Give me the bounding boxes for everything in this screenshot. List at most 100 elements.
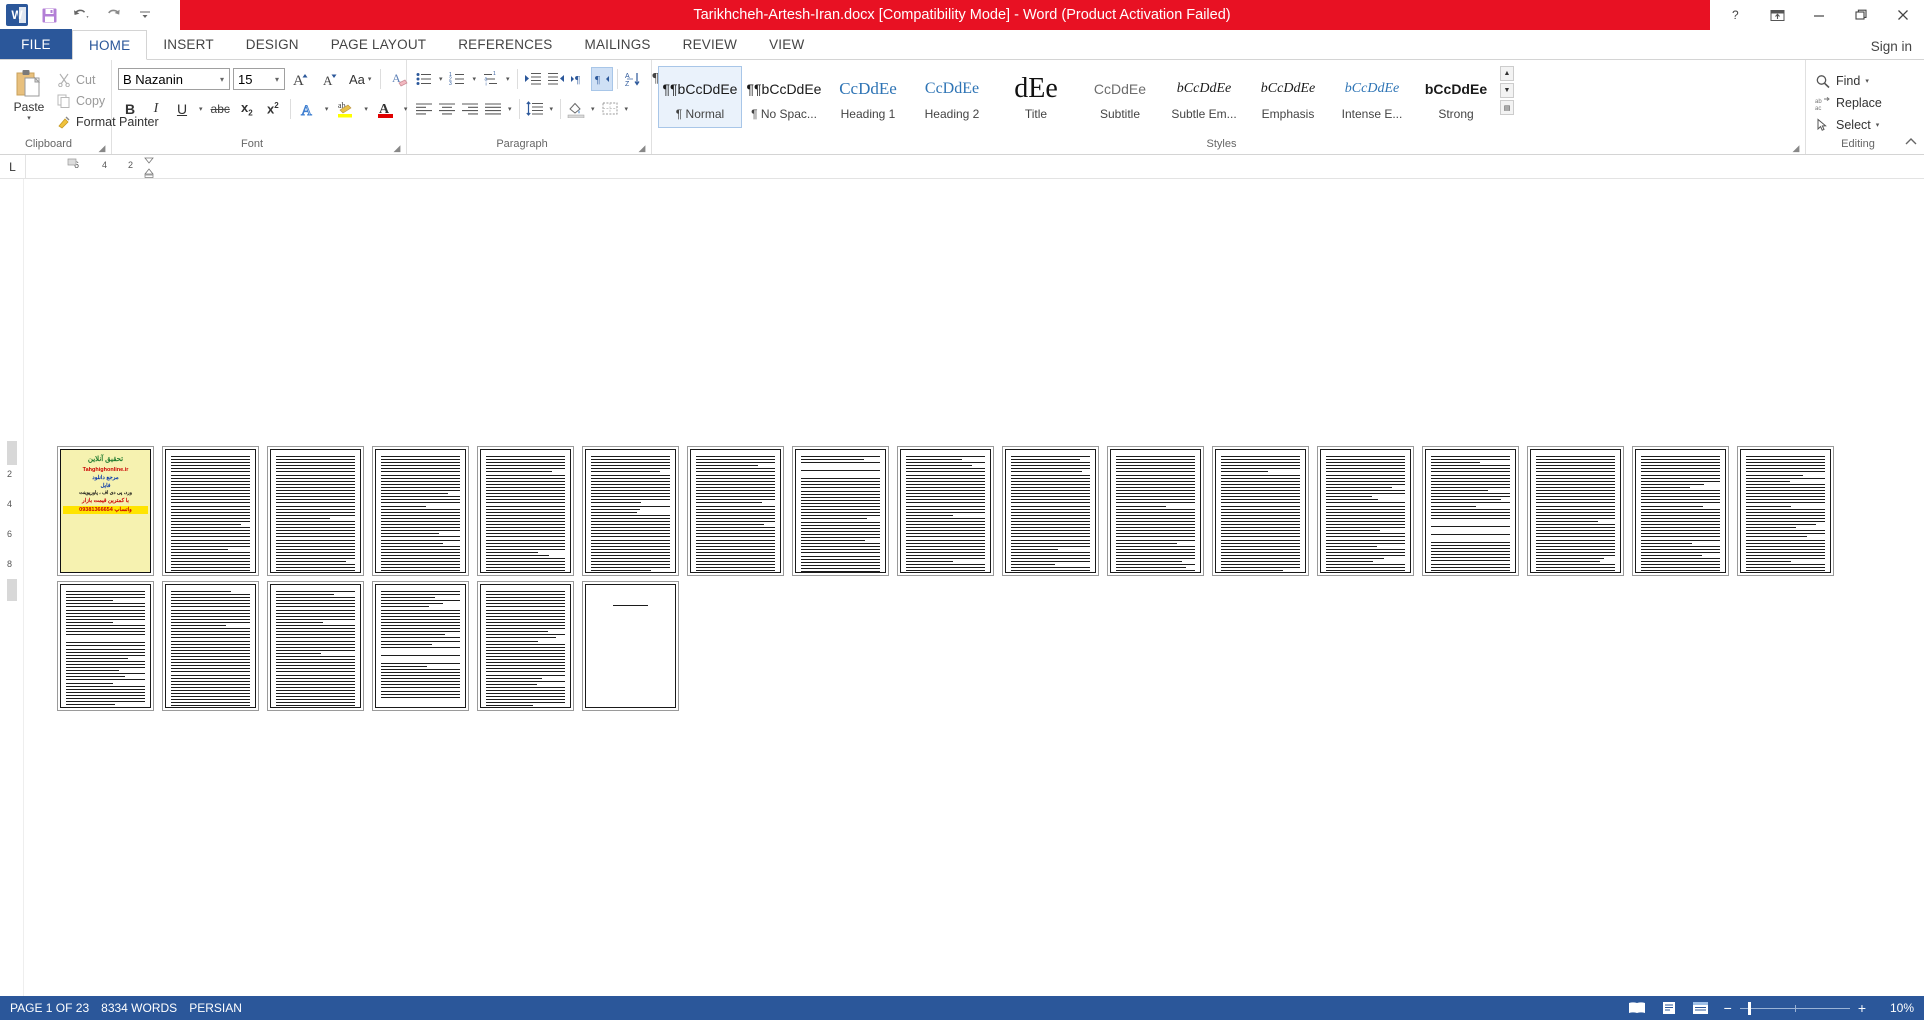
replace-button[interactable]: ab ac Replace xyxy=(1812,92,1885,114)
undo-icon[interactable] xyxy=(70,4,92,26)
select-dropdown-icon[interactable]: ▾ xyxy=(1876,121,1880,129)
shrink-font-button[interactable]: A xyxy=(317,67,343,91)
find-dropdown-icon[interactable]: ▾ xyxy=(1865,77,1869,85)
numbering-button[interactable]: 123 xyxy=(447,67,469,91)
tab-design[interactable]: DESIGN xyxy=(230,29,315,59)
page-thumbnail-cover[interactable]: تحقیق آنلاین Tahghighonline.ir مرجع دانلود… xyxy=(60,449,151,573)
page-thumbnail[interactable] xyxy=(1425,449,1516,573)
find-button[interactable]: Find ▾ xyxy=(1812,70,1872,92)
ribbon-display-options-button[interactable] xyxy=(1766,4,1788,26)
restore-button[interactable] xyxy=(1850,4,1872,26)
styles-dialog-launcher[interactable]: ◢ xyxy=(1791,143,1801,153)
save-icon[interactable] xyxy=(38,4,60,26)
shading-button[interactable] xyxy=(565,97,587,121)
web-layout-button[interactable] xyxy=(1692,1000,1710,1016)
zoom-out-button[interactable]: − xyxy=(1724,1000,1732,1016)
subscript-button[interactable]: x2 xyxy=(235,97,259,121)
tab-stop-selector[interactable]: L xyxy=(0,155,26,179)
superscript-button[interactable]: x2 xyxy=(261,97,285,121)
numbering-dropdown-icon[interactable]: ▾ xyxy=(470,75,480,83)
zoom-handle[interactable] xyxy=(1748,1002,1751,1015)
borders-dropdown-icon[interactable]: ▾ xyxy=(622,105,632,113)
read-mode-button[interactable] xyxy=(1628,1000,1646,1016)
page-thumbnail[interactable] xyxy=(270,584,361,708)
page-thumbnail[interactable] xyxy=(1740,449,1831,573)
page-thumbnail[interactable] xyxy=(1635,449,1726,573)
shading-dropdown-icon[interactable]: ▾ xyxy=(588,105,598,113)
page-thumbnails[interactable]: تحقیق آنلاین Tahghighonline.ir مرجع دانلود… xyxy=(60,449,1914,708)
highlight-color-button[interactable]: ab xyxy=(333,97,359,121)
page-thumbnail[interactable] xyxy=(1005,449,1096,573)
tab-view[interactable]: VIEW xyxy=(753,29,820,59)
status-page-info[interactable]: PAGE 1 OF 23 xyxy=(10,1001,101,1015)
multilevel-dropdown-icon[interactable]: ▾ xyxy=(503,75,513,83)
page-thumbnail[interactable] xyxy=(270,449,361,573)
page-thumbnail[interactable] xyxy=(165,584,256,708)
underline-button[interactable]: U xyxy=(170,97,194,121)
style-item-subtle-em[interactable]: bCcDdEe Subtle Em... xyxy=(1162,66,1246,128)
customize-qat-icon[interactable] xyxy=(134,4,156,26)
page-thumbnail[interactable] xyxy=(1110,449,1201,573)
page-thumbnail[interactable] xyxy=(1530,449,1621,573)
align-right-button[interactable] xyxy=(459,97,481,121)
font-family-dropdown-icon[interactable]: ▾ xyxy=(215,75,229,84)
tab-page-layout[interactable]: PAGE LAYOUT xyxy=(315,29,442,59)
tab-mailings[interactable]: MAILINGS xyxy=(569,29,667,59)
font-family-combo[interactable]: B Nazanin ▾ xyxy=(118,68,230,90)
bullets-button[interactable] xyxy=(413,67,435,91)
italic-button[interactable]: I xyxy=(144,97,168,121)
style-item-normal[interactable]: ¶¶bCcDdEe ¶ Normal xyxy=(658,66,742,128)
align-center-button[interactable] xyxy=(436,97,458,121)
style-item-subtitle[interactable]: CcDdEe Subtitle xyxy=(1078,66,1162,128)
tab-insert[interactable]: INSERT xyxy=(147,29,229,59)
grow-font-button[interactable]: A xyxy=(288,67,314,91)
borders-button[interactable] xyxy=(599,97,621,121)
text-effects-dropdown-icon[interactable]: ▾ xyxy=(322,105,332,113)
page-thumbnail[interactable] xyxy=(165,449,256,573)
document-workspace[interactable]: 2 4 6 8 تحقیق آنلاین Tahghighonline.ir مرج… xyxy=(0,179,1924,996)
sort-button[interactable]: AZ xyxy=(622,67,644,91)
page-thumbnail[interactable] xyxy=(585,449,676,573)
horizontal-ruler[interactable]: 6 4 2 xyxy=(66,160,176,174)
page-thumbnail[interactable] xyxy=(795,449,886,573)
paragraph-dialog-launcher[interactable]: ◢ xyxy=(637,143,647,153)
style-item-heading-1[interactable]: CcDdEe Heading 1 xyxy=(826,66,910,128)
change-case-button[interactable]: Aa ▾ xyxy=(346,67,374,91)
multilevel-list-button[interactable]: 1ai xyxy=(480,67,502,91)
select-button[interactable]: Select ▾ xyxy=(1812,114,1882,136)
styles-gallery[interactable]: ¶¶bCcDdEe ¶ Normal ¶¶bCcDdEe ¶ No Spac... Cc… xyxy=(658,66,1498,128)
ltr-text-direction-button[interactable]: ¶ xyxy=(568,67,590,91)
status-word-count[interactable]: 8334 WORDS xyxy=(101,1001,189,1015)
zoom-in-button[interactable]: + xyxy=(1858,1000,1866,1016)
styles-more-button[interactable]: ▤ xyxy=(1500,100,1514,115)
status-language[interactable]: PERSIAN xyxy=(189,1001,254,1015)
underline-dropdown-icon[interactable]: ▾ xyxy=(196,105,206,113)
styles-scroll-up-button[interactable]: ▲ xyxy=(1500,66,1514,81)
page-thumbnail-last[interactable] xyxy=(585,584,676,708)
page-thumbnail[interactable] xyxy=(480,449,571,573)
page-thumbnail[interactable] xyxy=(1215,449,1306,573)
align-left-button[interactable] xyxy=(413,97,435,121)
zoom-slider[interactable]: − + xyxy=(1724,1000,1866,1016)
style-item-title[interactable]: dEe Title xyxy=(994,66,1078,128)
justify-button[interactable] xyxy=(482,97,504,121)
close-button[interactable] xyxy=(1892,4,1914,26)
collapse-ribbon-button[interactable] xyxy=(1904,137,1918,150)
bold-button[interactable]: B xyxy=(118,97,142,121)
font-size-dropdown-icon[interactable]: ▾ xyxy=(270,75,284,84)
sign-in-link[interactable]: Sign in xyxy=(1871,39,1912,54)
line-spacing-button[interactable] xyxy=(524,97,546,121)
line-spacing-dropdown-icon[interactable]: ▾ xyxy=(547,105,557,113)
justify-dropdown-icon[interactable]: ▾ xyxy=(505,105,515,113)
tab-review[interactable]: REVIEW xyxy=(667,29,753,59)
style-item-heading-2[interactable]: CcDdEe Heading 2 xyxy=(910,66,994,128)
page-thumbnail[interactable] xyxy=(900,449,991,573)
clipboard-dialog-launcher[interactable]: ◢ xyxy=(97,143,107,153)
page-thumbnail[interactable] xyxy=(375,584,466,708)
font-dialog-launcher[interactable]: ◢ xyxy=(392,143,402,153)
bullets-dropdown-icon[interactable]: ▾ xyxy=(436,75,446,83)
page-thumbnail[interactable] xyxy=(375,449,466,573)
page-thumbnail[interactable] xyxy=(480,584,571,708)
paste-button[interactable]: Paste ▾ xyxy=(6,66,52,132)
minimize-button[interactable] xyxy=(1808,4,1830,26)
